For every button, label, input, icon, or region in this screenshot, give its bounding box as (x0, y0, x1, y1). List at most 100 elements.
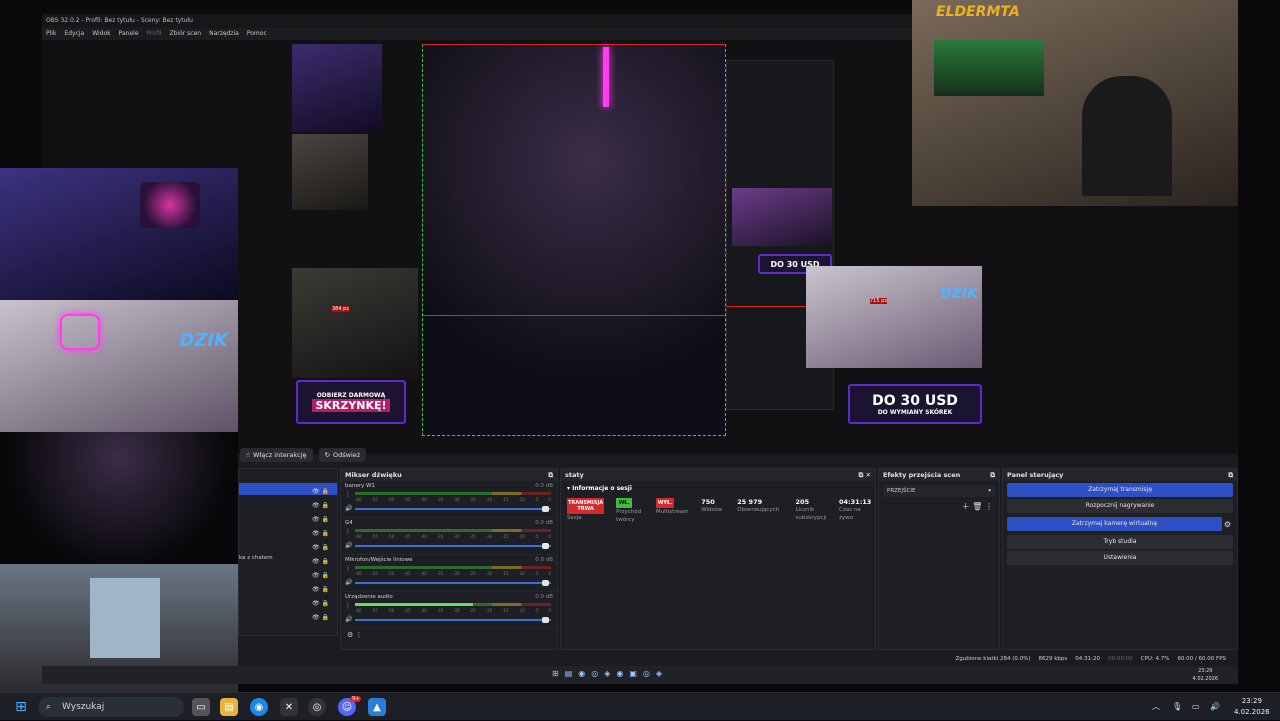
mixer-menu-icon[interactable]: ⋮ (345, 602, 351, 609)
meter-tick-label: -45 (403, 497, 411, 502)
volume-slider[interactable] (355, 580, 551, 586)
px-label-left: 384 px (332, 306, 350, 312)
meter-tick-label: -10 (518, 534, 525, 539)
taskbar: ⊞ ⌕ Wyszukaj ▭ ▤ ◉ ✕ ◎ ☺ 9+ ▲ ︿ 🎙 ▭ 🔊 23… (0, 692, 1280, 720)
speaker-icon[interactable]: 🔊 (345, 579, 352, 586)
volume-slider-knob[interactable] (542, 506, 549, 512)
volume-slider[interactable] (355, 617, 551, 623)
menu-edit[interactable]: Edycja (64, 28, 84, 40)
speaker-icon[interactable]: 🔊 (345, 616, 352, 623)
meter-tick-label: -20 (485, 534, 493, 539)
stop-vcam-button[interactable]: Zatrzymaj kamerę wirtualną (1007, 517, 1222, 531)
source-visibility-icons[interactable]: 👁 🔒 👁 🔒 👁 🔒 👁 🔒 👁 🔒 👁 🔒 👁 🔒 👁 🔒 👁 🔒 👁 🔒 (312, 485, 329, 625)
transitions-float-icon[interactable]: ⧉ (990, 469, 995, 481)
clock[interactable]: 23:29 4.02.2026 (1234, 696, 1270, 718)
dzik-logo-left: DZIK (179, 330, 228, 351)
volume-slider[interactable] (355, 506, 551, 512)
volume-slider-knob[interactable] (542, 580, 549, 586)
obs-icon[interactable]: ◎ (308, 698, 326, 716)
volume-slider-knob[interactable] (542, 617, 549, 623)
dock-float-icon[interactable]: ⧉ (548, 469, 553, 481)
source-cam-small-2[interactable] (292, 134, 368, 210)
vcam-settings-icon[interactable]: ⚙ (1224, 520, 1231, 529)
tray-chevron-icon[interactable]: ︿ (1152, 693, 1160, 721)
settings-button[interactable]: Ustawienia (1007, 551, 1233, 565)
meter-tick-label: -20 (485, 608, 493, 613)
speaker-icon[interactable]: 🔊 (345, 542, 352, 549)
streamer-webcam: ELDERMTA (912, 0, 1238, 206)
meter-tick-label: -35 (436, 571, 444, 576)
meter-tick-label: -60 (355, 571, 362, 576)
taskbar-search[interactable]: ⌕ Wyszukaj (38, 697, 184, 717)
multistream-label: Multistream (655, 509, 689, 515)
meter-tick-label: -45 (403, 534, 411, 539)
live-badge: TRANSMISJA TRWA (567, 498, 605, 514)
task-view-icon[interactable]: ▭ (192, 698, 210, 716)
interact-button[interactable]: ☝ Włącz interakcję (240, 448, 313, 462)
streamer-logo: ELDERMTA (936, 4, 1020, 20)
mixer-channel-db: 0.0 dB (535, 520, 553, 526)
neon-boar-icon (60, 314, 100, 350)
meter-tick-label: -5 (534, 497, 539, 502)
transition-actions[interactable]: ＋ 🗑 ⋮ (879, 501, 999, 512)
source-main-camera[interactable] (422, 44, 726, 436)
controls-title: Panel sterujący (1007, 471, 1064, 479)
menu-docks[interactable]: Panele (119, 28, 139, 40)
meter-tick-label: -25 (469, 534, 476, 539)
meter-tick-label: -40 (420, 534, 427, 539)
meter-tick-label: -10 (518, 571, 525, 576)
menu-file[interactable]: Plik (46, 28, 56, 40)
microphone-icon[interactable]: 🎙 (1172, 693, 1182, 721)
guide-line (423, 315, 725, 316)
followers-label: Obserwujących (737, 507, 780, 513)
source-cam-right-2[interactable]: DZIK (806, 266, 982, 368)
volume-slider[interactable] (355, 543, 551, 549)
source-cam-small-1[interactable] (292, 44, 382, 132)
mixer-menu-icon[interactable]: ⋮ (345, 565, 351, 572)
meter-tick-label: -15 (501, 534, 509, 539)
inner-taskbar: 23:29 4.02.2026 ⊞▤◉◎◈◉▣◎◈ (42, 666, 1238, 684)
file-explorer-icon[interactable]: ▤ (220, 698, 238, 716)
menu-profile[interactable]: Profil (147, 28, 162, 40)
photos-icon[interactable]: ▲ (368, 698, 386, 716)
webcam-left-2: DZIK (0, 300, 238, 432)
transition-select[interactable]: PRZEJŚCIE ▾ (883, 485, 995, 497)
webcam-left-1 (0, 168, 238, 300)
meter-tick-label: -55 (371, 534, 378, 539)
meter-tick-label: -20 (485, 497, 493, 502)
source-cam-small-3[interactable] (292, 268, 418, 378)
windows-start-icon[interactable]: ⊞ (12, 698, 30, 716)
menu-help[interactable]: Pomoc (247, 28, 267, 40)
inner-clock: 23:29 4.02.2026 (1193, 667, 1218, 683)
transition-selected: PRZEJŚCIE (887, 488, 916, 494)
network-icon[interactable]: ▭ (1192, 693, 1200, 721)
inner-clock-time: 23:29 (1198, 668, 1213, 674)
volume-slider-knob[interactable] (542, 543, 549, 549)
mixer-channel-db: 0.0 dB (535, 594, 553, 600)
menu-view[interactable]: Widok (92, 28, 110, 40)
controls-float-icon[interactable]: ⧉ (1228, 469, 1233, 481)
menu-scene-collection[interactable]: Zbiór scen (170, 28, 202, 40)
mixer-menu-icon[interactable]: ⋮ (345, 528, 351, 535)
mixer-title: Mikser dźwięku (345, 471, 402, 479)
start-record-button[interactable]: Rozpocznij nagrywanie (1007, 499, 1233, 513)
discord-badge: 9+ (350, 696, 362, 702)
preview-toolbar: ☝ Włącz interakcję ↻ Odśwież (240, 448, 367, 462)
stats-close-icon[interactable]: ⧉ ✕ (859, 469, 871, 481)
neon-decor (140, 182, 200, 228)
stop-stream-button[interactable]: Zatrzymaj transmisję (1007, 483, 1233, 497)
menu-tools[interactable]: Narzędzia (209, 28, 239, 40)
studio-mode-button[interactable]: Tryb studia (1007, 535, 1233, 549)
speaker-icon[interactable]: 🔊 (345, 505, 352, 512)
xbox-icon[interactable]: ✕ (280, 698, 298, 716)
mixer-settings-icon[interactable]: ⚙ ⋮ (341, 629, 557, 641)
volume-meter (355, 566, 551, 569)
refresh-button[interactable]: ↻ Odśwież (318, 448, 367, 462)
speaker-icon[interactable]: 🔊 (1210, 693, 1220, 721)
meter-tick-label: -50 (387, 534, 395, 539)
source-cam-right-1[interactable] (732, 188, 832, 246)
mixer-menu-icon[interactable]: ⋮ (345, 491, 351, 498)
stat-followers: 25 979 Obserwujących (737, 498, 783, 524)
volume-meter (355, 603, 551, 606)
chrome-icon[interactable]: ◉ (250, 698, 268, 716)
